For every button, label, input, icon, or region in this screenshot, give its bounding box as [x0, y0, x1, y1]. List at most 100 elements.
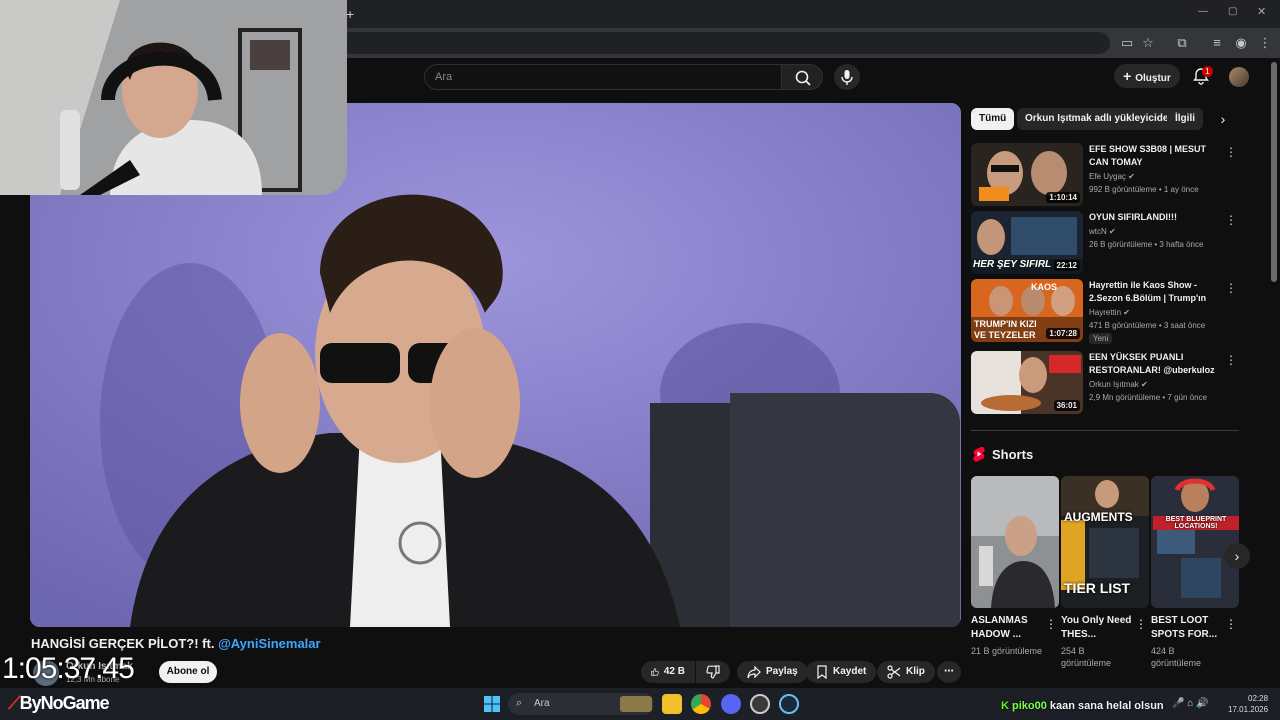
recommendation-item[interactable]: 1:10:14 EFE SHOW S3B08 | MESUT CAN TOMAY… [971, 143, 1241, 207]
thumbnail-text: HER ŞEY SIFIRL [973, 259, 1052, 270]
thumbnail-text: KAOS [1031, 282, 1058, 292]
thumbnail-text: VE TEYZELER [974, 330, 1036, 340]
recommendation-channel[interactable]: Hayrettin ✔ [1089, 308, 1130, 317]
short-title[interactable]: ASLANMAS HADOW ... [971, 614, 1045, 642]
dislike-button[interactable] [696, 661, 730, 683]
chip-all[interactable]: Tümü [971, 108, 1015, 130]
chip-from-uploader[interactable]: Orkun Işıtmak adlı yükleyiciden [1017, 108, 1183, 130]
shorts-heading: Shorts [992, 446, 1034, 462]
profile-icon[interactable]: ◉ [1232, 34, 1250, 52]
recommendation-channel-name: Hayrettin [1089, 308, 1122, 317]
discord-icon[interactable] [721, 694, 741, 714]
recommendation-menu-button[interactable]: ⋮ [1225, 281, 1237, 295]
search-input[interactable]: Ara [424, 64, 782, 90]
video-thumbnail[interactable]: HER ŞEY SIFIRL 22:12 [971, 211, 1083, 274]
short-title[interactable]: You Only Need THES... [1061, 614, 1135, 642]
video-thumbnail[interactable]: 1:10:14 [971, 143, 1083, 206]
recommendation-title[interactable]: EEN YÜKSEK PUANLI RESTORANLAR! @uberkulo… [1089, 351, 1224, 377]
recommendation-menu-button[interactable]: ⋮ [1225, 353, 1237, 367]
recommendation-meta: 2,9 Mn görüntüleme • 7 gün önce [1089, 393, 1207, 402]
chip-related[interactable]: İlgili [1167, 108, 1203, 130]
bookmark-star-icon[interactable]: ☆ [1139, 34, 1157, 52]
section-divider [971, 430, 1239, 431]
more-actions-button[interactable]: ⋯ [937, 661, 961, 683]
recommendation-title[interactable]: OYUN SIFIRLANDI!!! [1089, 211, 1224, 224]
video-duration: 1:10:14 [1046, 192, 1080, 203]
chips-next-button[interactable]: › [1212, 108, 1234, 130]
browser-menu-icon[interactable]: ⋮ [1256, 34, 1274, 52]
recommendation-item[interactable]: HER ŞEY SIFIRL 22:12 OYUN SIFIRLANDI!!! … [971, 211, 1241, 275]
short-views: 254 B görüntüleme [1061, 646, 1112, 668]
recommendation-channel[interactable]: wtcN ✔ [1089, 227, 1116, 236]
windows-icon [484, 696, 500, 712]
chevron-right-icon: › [1220, 111, 1226, 127]
address-bar[interactable] [340, 32, 1110, 54]
recommendation-item[interactable]: KAOS TRUMP'IN KIZI VE TEYZELER 1:07:28 H… [971, 279, 1241, 344]
recommendation-channel[interactable]: Orkun Işıtmak ✔ [1089, 380, 1148, 389]
short-thumbnail[interactable]: BEST BLUEPRINT LOCATIONS! [1151, 476, 1239, 608]
thumbs-down-icon [706, 665, 720, 679]
voice-search-button[interactable] [834, 64, 860, 90]
file-explorer-icon[interactable] [662, 694, 682, 714]
recommendation-item[interactable]: 36:01 EEN YÜKSEK PUANLI RESTORANLAR! @ub… [971, 351, 1241, 415]
extensions-icon[interactable]: ⧉ [1173, 34, 1191, 52]
verified-icon: ✔ [1123, 308, 1130, 317]
scissors-icon [887, 665, 901, 679]
short-views: 21 B görüntüleme [971, 646, 1043, 656]
search-icon [795, 70, 811, 86]
plus-icon: + [1123, 68, 1136, 84]
short-menu-button[interactable]: ⋮ [1135, 617, 1147, 631]
recommendation-title[interactable]: Hayrettin ile Kaos Show - 2.Sezon 6.Bölü… [1089, 279, 1224, 305]
short-menu-button[interactable]: ⋮ [1045, 617, 1057, 631]
taskbar-widget-icon[interactable] [620, 696, 652, 712]
short-thumbnail[interactable] [971, 476, 1059, 608]
share-button[interactable]: Paylaş [737, 661, 808, 683]
recommendation-menu-button[interactable]: ⋮ [1225, 213, 1237, 227]
video-title-text: HANGİSİ GERÇEK PİLOT?! ft. [31, 636, 215, 651]
tray-icons[interactable]: 🎤 ⌂ 🔊 [1172, 698, 1209, 709]
search-button[interactable] [781, 64, 823, 90]
window-minimize-button[interactable]: — [1198, 6, 1208, 17]
save-button[interactable]: Kaydet [806, 661, 877, 683]
recommendation-meta: 471 B görüntüleme • 3 saat önce [1089, 321, 1206, 330]
taskbar-clock[interactable]: 02:28 17.01.2026 [1228, 693, 1268, 715]
shorts-icon [973, 446, 985, 462]
short-item[interactable]: ASLANMAS HADOW ... 21 B görüntüleme ⋮ [971, 476, 1059, 657]
shorts-next-button[interactable]: › [1224, 543, 1250, 569]
recommendation-channel[interactable]: Efe Uygaç ✔ [1089, 172, 1135, 181]
window-restore-button[interactable]: ▢ [1228, 6, 1237, 17]
thumbnail-text: BEST BLUEPRINT LOCATIONS! [1153, 516, 1239, 530]
subscribe-button[interactable]: Abone ol [159, 661, 217, 683]
clip-button[interactable]: Klip [877, 661, 935, 683]
short-item[interactable]: BEST BLUEPRINT LOCATIONS! BEST LOOT SPOT… [1151, 476, 1239, 669]
bynogame-logo: ⟋ByNoGame [8, 693, 110, 714]
steam-icon[interactable] [779, 694, 799, 714]
save-label: Kaydet [833, 666, 867, 677]
account-avatar[interactable] [1229, 67, 1249, 87]
kick-icon: K [1001, 700, 1012, 712]
shorts-header: Shorts [972, 446, 1033, 462]
video-title-mention-link[interactable]: @AyniSinemalar [218, 636, 321, 651]
chrome-icon[interactable] [691, 694, 711, 714]
new-tab-button[interactable]: + [346, 6, 354, 22]
create-label: Oluştur [1135, 73, 1171, 84]
notification-count-badge: 1 [1202, 66, 1213, 77]
short-item[interactable]: AUGMENTS TIER LIST You Only Need THES...… [1061, 476, 1149, 669]
short-title[interactable]: BEST LOOT SPOTS FOR... [1151, 614, 1225, 642]
start-button[interactable] [483, 695, 501, 713]
short-thumbnail[interactable]: AUGMENTS TIER LIST [1061, 476, 1149, 608]
create-button[interactable]: + Oluştur [1114, 64, 1180, 88]
window-close-button[interactable]: ✕ [1257, 5, 1266, 18]
page-scrollbar-thumb[interactable] [1271, 62, 1277, 282]
obs-icon[interactable] [750, 694, 770, 714]
like-button[interactable]: 42 B [641, 661, 695, 683]
short-menu-button[interactable]: ⋮ [1225, 617, 1237, 631]
video-thumbnail[interactable]: KAOS TRUMP'IN KIZI VE TEYZELER 1:07:28 [971, 279, 1083, 342]
cast-icon[interactable]: ▭ [1118, 34, 1136, 52]
recommendation-title[interactable]: EFE SHOW S3B08 | MESUT CAN TOMAY [1089, 143, 1224, 169]
media-control-icon[interactable]: ≡ [1208, 34, 1226, 52]
video-thumbnail[interactable]: 36:01 [971, 351, 1083, 414]
search-icon: ⌕ [516, 697, 523, 709]
recommendation-menu-button[interactable]: ⋮ [1225, 145, 1237, 159]
brand-name: ByNoGame [19, 693, 110, 713]
